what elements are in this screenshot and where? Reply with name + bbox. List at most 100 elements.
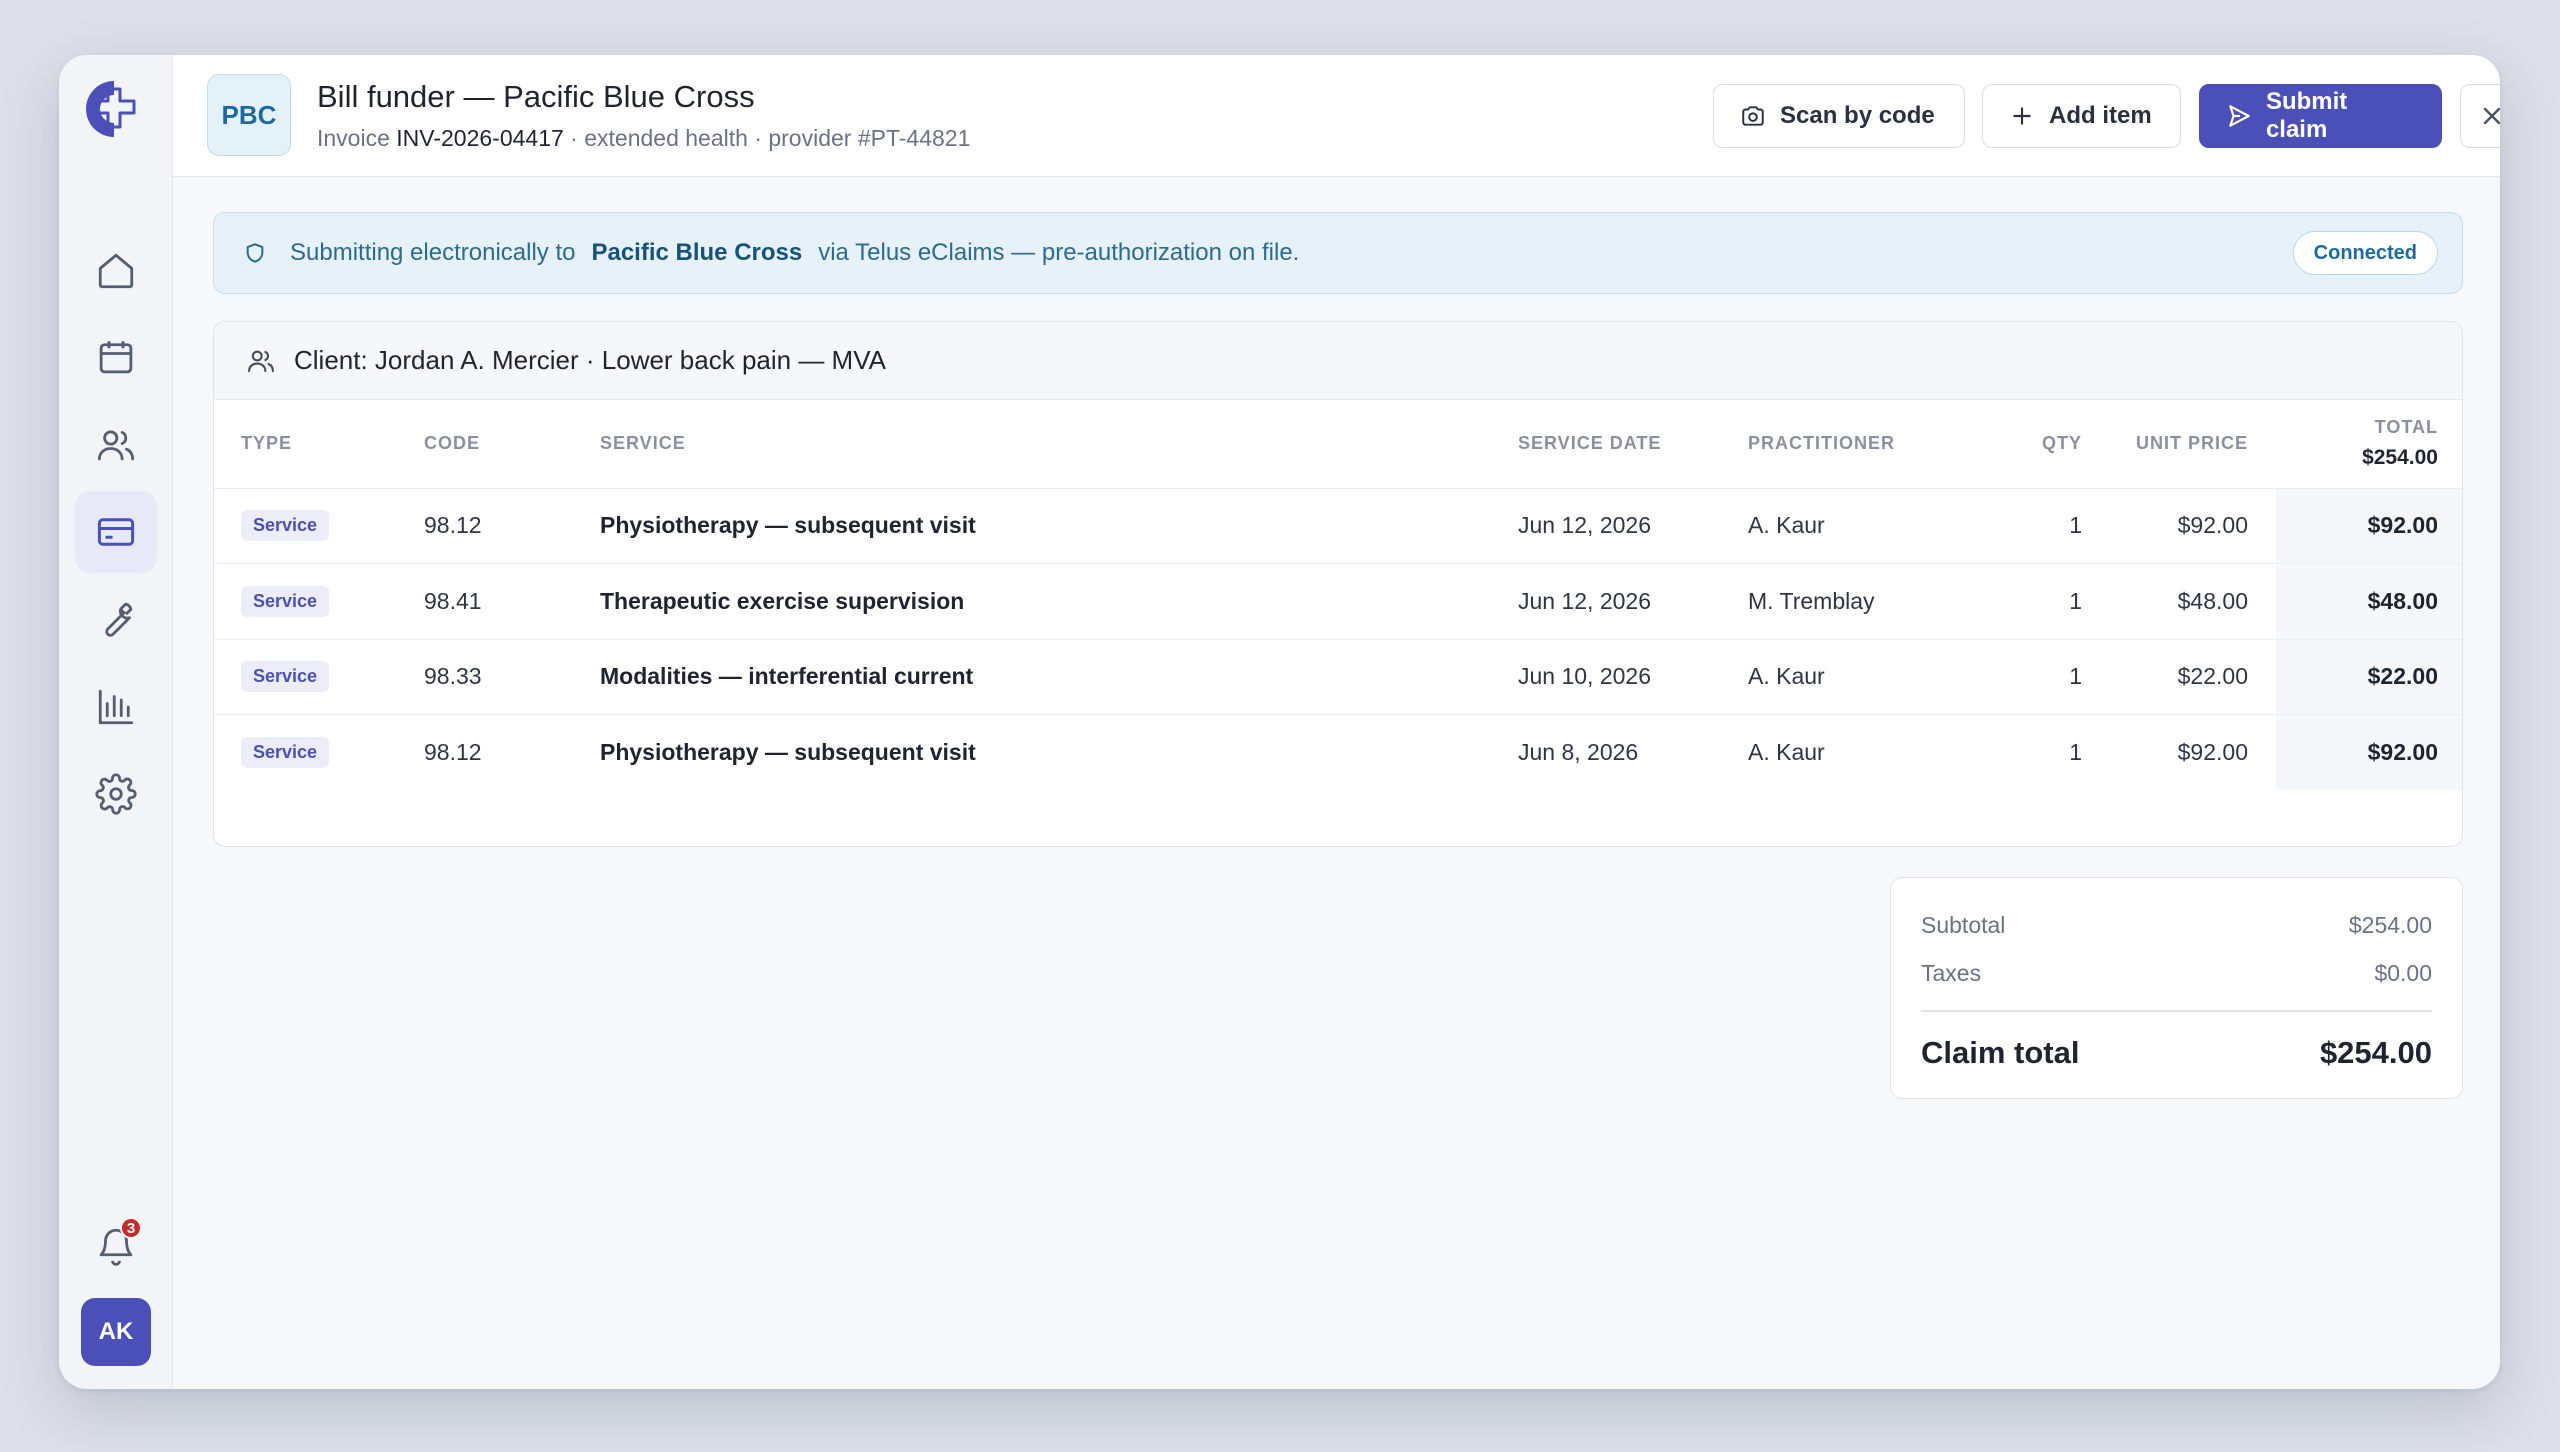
shield-icon bbox=[246, 243, 264, 263]
practitioner-cell: A. Kaur bbox=[1748, 639, 1978, 715]
column-header-service[interactable]: Service bbox=[600, 400, 1518, 489]
table-row[interactable]: Service 98.12 Physiotherapy — subsequent… bbox=[214, 714, 2462, 790]
sidebar-item-home[interactable] bbox=[75, 230, 157, 312]
subtotal-value: $254.00 bbox=[2348, 912, 2432, 938]
type-pill: Service bbox=[241, 737, 330, 768]
app-logo[interactable] bbox=[84, 77, 148, 141]
date-cell: Jun 8, 2026 bbox=[1518, 739, 1639, 765]
banner-prefix: Submitting electronically to bbox=[290, 239, 576, 266]
sidebar: 3 AK bbox=[59, 55, 173, 1389]
taxes-label: Taxes bbox=[1921, 960, 1982, 986]
table-row[interactable]: Service 98.33 Modalities — interferentia… bbox=[214, 639, 2462, 715]
camera-icon bbox=[1742, 106, 1764, 126]
gear-icon bbox=[95, 773, 137, 815]
qty-cell: 1 bbox=[2069, 739, 2082, 765]
claim-total-label: Claim total bbox=[1921, 1034, 2080, 1070]
client-bar: Client: Jordan A. Mercier · Lower back p… bbox=[214, 322, 2462, 400]
claim-items-card: Client: Jordan A. Mercier · Lower back p… bbox=[213, 321, 2463, 847]
sidebar-item-reports[interactable] bbox=[75, 666, 157, 748]
type-cell: Service bbox=[214, 639, 424, 715]
code-cell: 98.12 bbox=[424, 739, 482, 765]
subtotal-label: Subtotal bbox=[1921, 912, 2006, 938]
users-icon bbox=[248, 350, 274, 372]
invoice-subtitle: Invoice INV-2026-04417 · extended health… bbox=[317, 125, 970, 152]
invoice-meta: · extended health · provider #PT-44821 bbox=[570, 125, 971, 151]
send-icon bbox=[2229, 105, 2250, 127]
total-cell: $22.00 bbox=[2276, 639, 2462, 715]
unit-price-cell: $48.00 bbox=[2098, 563, 2276, 640]
qty-cell: 1 bbox=[1978, 563, 2098, 640]
total-cell: $92.00 bbox=[2276, 714, 2462, 790]
page-title: Bill funder — Pacific Blue Cross bbox=[317, 79, 755, 114]
add-item-label: Add item bbox=[2049, 102, 2152, 129]
credit-card-icon bbox=[97, 518, 135, 546]
column-header-code[interactable]: Code bbox=[424, 400, 600, 489]
code-cell: 98.12 bbox=[424, 488, 600, 564]
service-cell: Physiotherapy — subsequent visit bbox=[600, 739, 976, 765]
claim-total-value: $254.00 bbox=[2319, 1034, 2432, 1070]
total-cell: $48.00 bbox=[2276, 563, 2462, 640]
type-pill: Service bbox=[241, 510, 330, 542]
banner-suffix: via Telus eClaims — pre-authorization on… bbox=[818, 239, 1300, 266]
type-cell: Service bbox=[214, 563, 424, 640]
sidebar-item-settings[interactable] bbox=[75, 753, 157, 835]
qty-cell: 1 bbox=[1978, 639, 2098, 715]
service-cell: Physiotherapy — subsequent visit bbox=[600, 488, 1518, 564]
client-label: Client: Jordan A. Mercier · Lower back p… bbox=[294, 345, 886, 375]
column-header-unit-price[interactable]: Unit price bbox=[2098, 400, 2276, 489]
banner-funder: Pacific Blue Cross bbox=[591, 239, 803, 266]
submit-claim-label: Submit claim bbox=[2265, 88, 2348, 143]
code-cell: 98.33 bbox=[424, 639, 600, 715]
eclaims-banner: Submitting electronically to Pacific Blu… bbox=[213, 212, 2463, 294]
app-window: 3 AK PBC Bill funder — Pacific Blue Cros… bbox=[59, 55, 2500, 1389]
service-cell: Therapeutic exercise supervision bbox=[600, 563, 1518, 640]
column-header-qty[interactable]: Qty bbox=[1978, 400, 2098, 489]
claim-total-row: Claim total $254.00 bbox=[1921, 1035, 2432, 1071]
sidebar-item-calendar[interactable] bbox=[75, 316, 157, 398]
add-item-button[interactable]: Add item bbox=[1982, 84, 2181, 148]
unit-price-cell: $22.00 bbox=[2098, 639, 2276, 715]
home-icon bbox=[98, 253, 134, 289]
totals-divider bbox=[1921, 1010, 2432, 1012]
plus-icon bbox=[2013, 107, 2031, 125]
total-cell: $92.00 bbox=[2276, 488, 2462, 564]
practitioner-cell: A. Kaur bbox=[1748, 739, 1825, 765]
table-header-row: Type Code Service Service date Practitio… bbox=[214, 400, 2462, 489]
practitioner-cell: A. Kaur bbox=[1748, 488, 1978, 564]
total-header-value: $254.00 bbox=[2362, 446, 2438, 470]
sidebar-item-clients[interactable] bbox=[75, 404, 157, 486]
wrench-icon bbox=[105, 602, 133, 637]
column-header-practitioner[interactable]: Practitioner bbox=[1748, 400, 1978, 489]
table-row[interactable]: Service 98.12 Physiotherapy — subsequent… bbox=[214, 488, 2462, 564]
modal-header: PBC Bill funder — Pacific Blue Cross Inv… bbox=[173, 55, 2500, 177]
sidebar-item-tools[interactable] bbox=[75, 578, 157, 660]
table-row[interactable]: Service 98.41 Therapeutic exercise super… bbox=[214, 563, 2462, 640]
scan-by-code-button[interactable]: Scan by code bbox=[1713, 84, 1965, 148]
scan-by-code-label: Scan by code bbox=[1780, 102, 1935, 129]
column-header-service-date[interactable]: Service date bbox=[1518, 400, 1748, 489]
totals-summary: Subtotal $254.00 Taxes $0.00 Claim total… bbox=[1890, 877, 2463, 1099]
type-pill: Service bbox=[241, 661, 330, 693]
notifications-button[interactable]: 3 bbox=[75, 1205, 157, 1287]
unit-price-cell: $92.00 bbox=[2098, 488, 2276, 564]
unit-price-cell: $92.00 bbox=[2177, 739, 2248, 765]
close-button[interactable] bbox=[2460, 84, 2500, 148]
close-icon bbox=[2483, 107, 2500, 125]
type-cell: Service bbox=[214, 488, 424, 564]
notification-count-badge: 3 bbox=[120, 1217, 142, 1239]
service-cell: Modalities — interferential current bbox=[600, 639, 1518, 715]
sidebar-item-billing[interactable] bbox=[75, 491, 157, 573]
claim-items-table: Type Code Service Service date Practitio… bbox=[214, 400, 2462, 790]
taxes-row: Taxes $0.00 bbox=[1921, 960, 2432, 987]
taxes-value: $0.00 bbox=[2374, 960, 2432, 986]
submit-claim-button[interactable]: Submit claim bbox=[2199, 84, 2442, 148]
qty-cell: 1 bbox=[1978, 488, 2098, 564]
practitioner-cell: M. Tremblay bbox=[1748, 563, 1978, 640]
type-pill: Service bbox=[241, 585, 330, 617]
date-cell: Jun 10, 2026 bbox=[1518, 639, 1748, 715]
calendar-icon bbox=[99, 341, 133, 374]
column-header-type[interactable]: Type bbox=[214, 400, 424, 489]
column-header-total[interactable]: Total $254.00 bbox=[2276, 400, 2462, 489]
user-avatar[interactable]: AK bbox=[81, 1298, 151, 1366]
invoice-number: INV-2026-04417 bbox=[396, 125, 564, 151]
